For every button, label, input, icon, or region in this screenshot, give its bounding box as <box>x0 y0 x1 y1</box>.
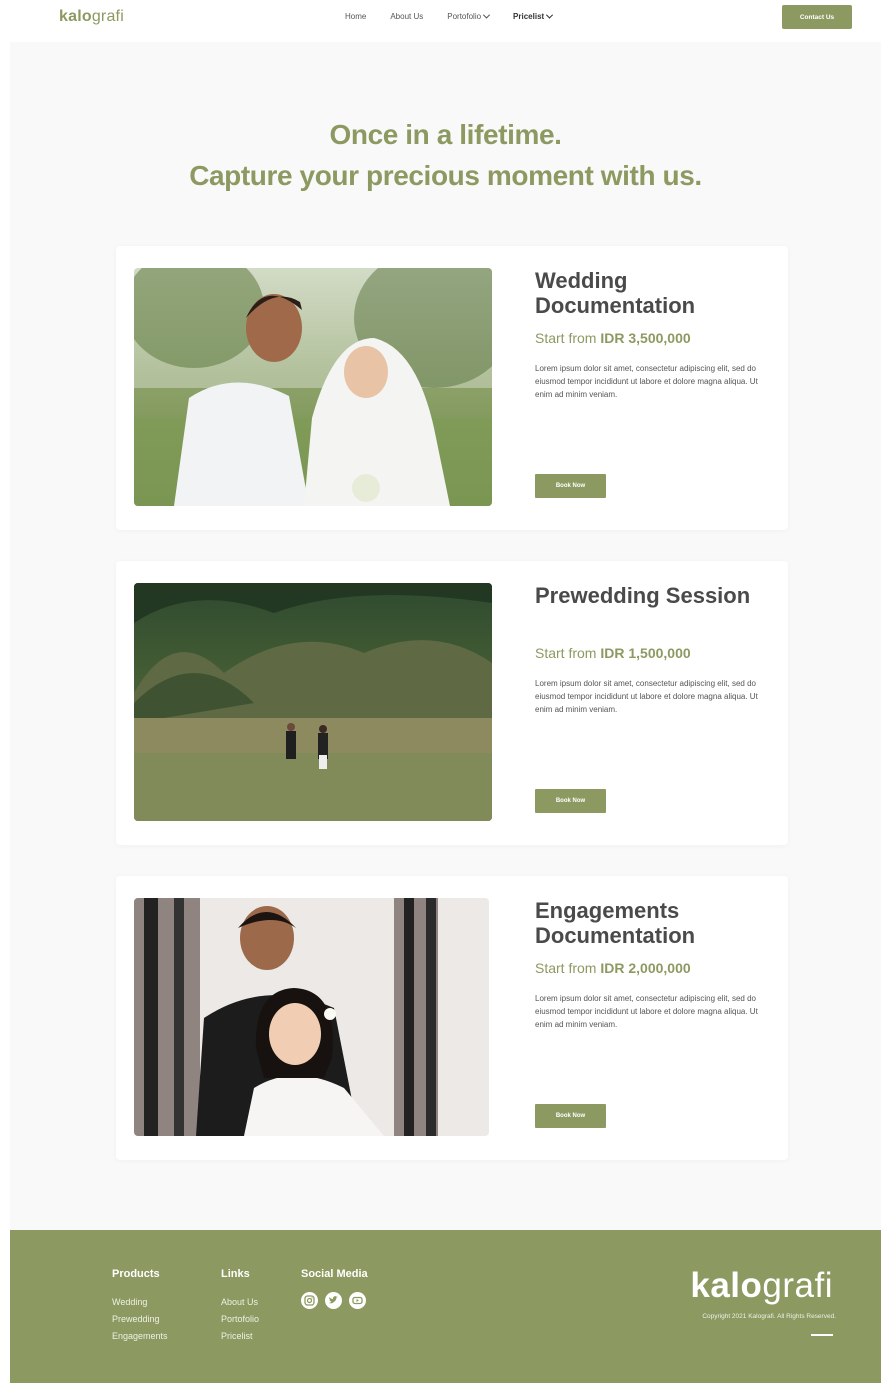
brand-logo[interactable]: kalografi <box>59 8 124 26</box>
youtube-icon[interactable] <box>349 1292 366 1309</box>
footer-heading: Products <box>112 1268 160 1280</box>
logo-bold-text: kalo <box>59 8 92 25</box>
package-card-engagements: Engagements Documentation Start from IDR… <box>116 876 788 1160</box>
book-now-button[interactable]: Book Now <box>535 789 606 813</box>
book-now-button[interactable]: Book Now <box>535 1104 606 1128</box>
package-description: Lorem ipsum dolor sit amet, consectetur … <box>535 994 758 1029</box>
package-price: Start from IDR 2,000,000 <box>535 960 691 976</box>
package-price: Start from IDR 3,500,000 <box>535 330 691 346</box>
logo-light-text: grafi <box>91 8 124 25</box>
footer-logo: kalografi <box>690 1266 833 1306</box>
nav-link-label: Home <box>345 12 367 21</box>
package-title: Engagements Documentation <box>535 898 696 948</box>
footer-divider <box>811 1334 833 1336</box>
footer-products: Products Wedding Prewedding Engagements <box>112 1268 168 1345</box>
footer-link-portfolio[interactable]: Portofolio <box>221 1311 259 1328</box>
package-title: Prewedding Session <box>535 583 751 608</box>
price-prefix: Start from <box>535 645 597 661</box>
footer-logo-light: grafi <box>762 1266 833 1305</box>
top-navbar: kalografi Home About Us Portofolio Price… <box>0 0 881 40</box>
package-title: Wedding Documentation <box>535 268 696 318</box>
price-value: IDR 3,500,000 <box>600 330 691 346</box>
footer-heading: Links <box>221 1268 250 1280</box>
footer-logo-bold: kalo <box>690 1266 763 1305</box>
hero-line-1: Once in a lifetime. <box>329 119 562 150</box>
footer-social: Social Media <box>301 1268 368 1309</box>
nav-link-home[interactable]: Home <box>345 12 366 21</box>
nav-link-label: Portofolio <box>447 12 482 21</box>
twitter-icon[interactable] <box>325 1292 342 1309</box>
social-icons <box>301 1292 368 1309</box>
footer-link-pricelist[interactable]: Pricelist <box>221 1328 259 1345</box>
price-prefix: Start from <box>535 960 597 976</box>
nav-link-pricelist[interactable]: Pricelist <box>513 11 554 21</box>
nav-link-about[interactable]: About Us <box>390 12 423 21</box>
prewedding-photo <box>134 583 492 821</box>
wedding-photo <box>134 268 492 506</box>
copyright-text: Copyright 2021 Kalografi. All Rights Res… <box>702 1313 836 1320</box>
footer-link-wedding[interactable]: Wedding <box>112 1294 168 1311</box>
nav-links: Home About Us Portofolio Pricelist <box>345 11 576 21</box>
package-card-prewedding: Prewedding Session Start from IDR 1,500,… <box>116 561 788 845</box>
footer-link-prewedding[interactable]: Prewedding <box>112 1311 168 1328</box>
price-prefix: Start from <box>535 330 597 346</box>
package-card-wedding: Wedding Documentation Start from IDR 3,5… <box>116 246 788 530</box>
package-description: Lorem ipsum dolor sit amet, consectetur … <box>535 679 758 714</box>
chevron-down-icon <box>546 11 554 19</box>
engagement-photo <box>134 898 489 1136</box>
price-value: IDR 1,500,000 <box>600 645 691 661</box>
site-footer: Products Wedding Prewedding Engagements … <box>10 1230 881 1383</box>
nav-link-portfolio[interactable]: Portofolio <box>447 11 491 21</box>
nav-link-label: About Us <box>390 12 424 21</box>
instagram-icon[interactable] <box>301 1292 318 1309</box>
footer-link-about[interactable]: About Us <box>221 1294 259 1311</box>
hero-heading: Once in a lifetime. Capture your preciou… <box>10 114 881 196</box>
footer-link-engagements[interactable]: Engagements <box>112 1328 168 1345</box>
nav-link-label: Pricelist <box>513 12 545 21</box>
chevron-down-icon <box>483 11 491 19</box>
footer-heading: Social Media <box>301 1268 368 1280</box>
contact-us-button[interactable]: Contact Us <box>782 5 852 29</box>
price-value: IDR 2,000,000 <box>600 960 691 976</box>
hero-line-2: Capture your precious moment with us. <box>189 160 702 191</box>
book-now-button[interactable]: Book Now <box>535 474 606 498</box>
footer-links: Links About Us Portofolio Pricelist <box>221 1268 259 1345</box>
pricelist-section: Once in a lifetime. Capture your preciou… <box>10 42 881 1230</box>
package-description: Lorem ipsum dolor sit amet, consectetur … <box>535 364 758 399</box>
package-price: Start from IDR 1,500,000 <box>535 645 691 661</box>
